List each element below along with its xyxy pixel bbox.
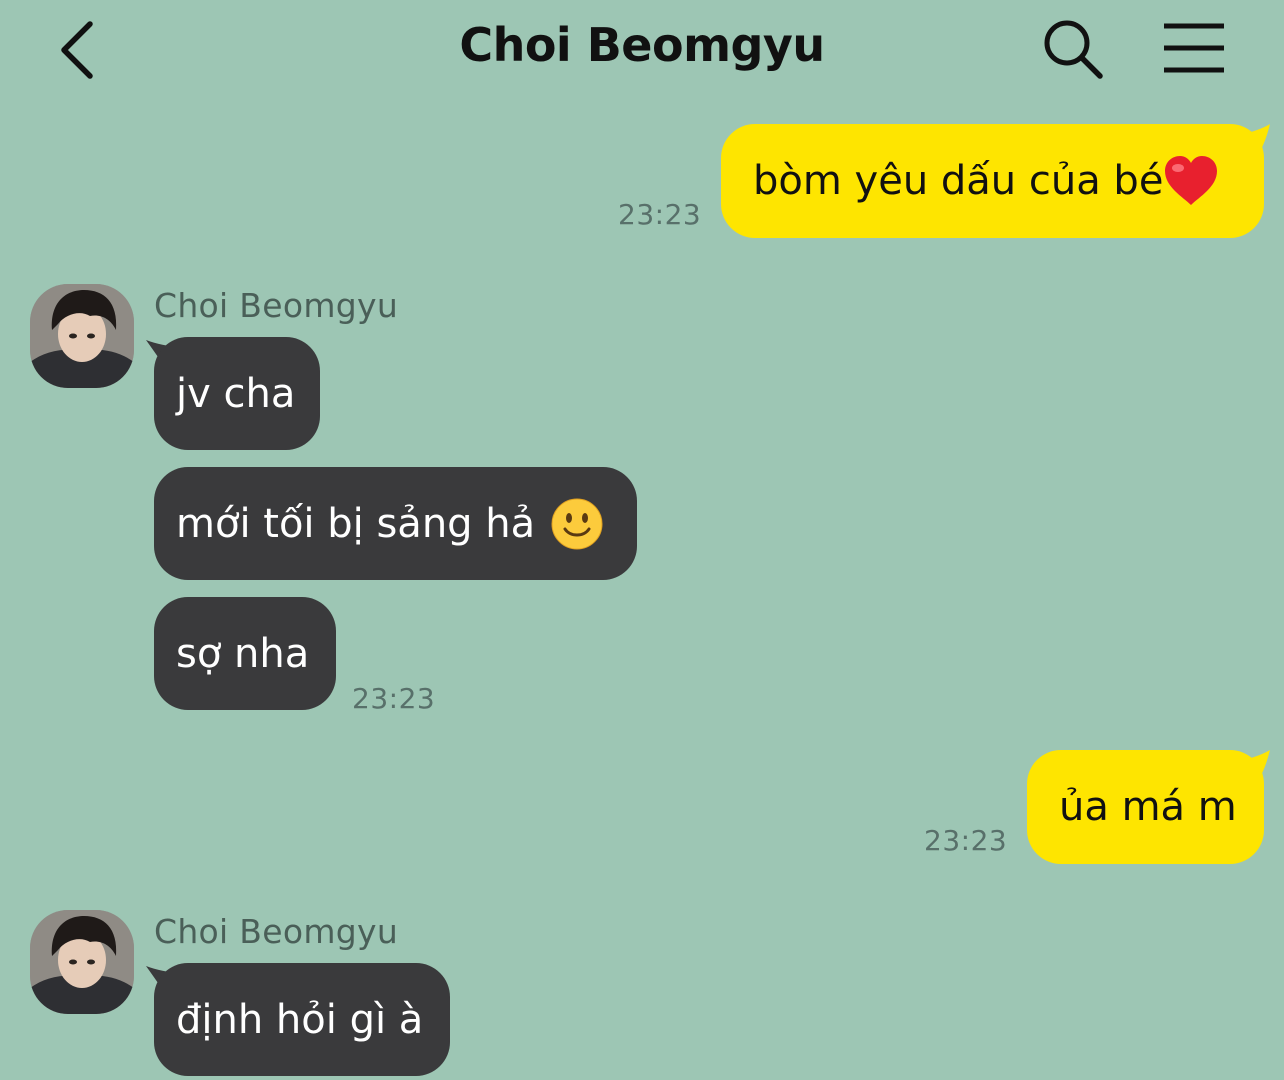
search-icon <box>1044 20 1103 79</box>
chevron-left-icon <box>61 21 93 79</box>
sender-name: Choi Beomgyu <box>154 286 399 325</box>
red-heart-emoji <box>1165 156 1218 205</box>
slightly-smiling-face-emoji <box>551 498 603 549</box>
message-bubble[interactable]: mới tối bị sảng hả <box>154 467 637 580</box>
sender-name: Choi Beomgyu <box>154 912 399 951</box>
message-text: định hỏi gì à <box>176 996 424 1043</box>
back-button[interactable] <box>52 16 112 84</box>
message-text: sợ nha <box>176 630 310 677</box>
message-text: ủa má m <box>1059 784 1237 830</box>
hamburger-menu-icon <box>1164 23 1224 73</box>
message-time: 23:23 <box>618 198 702 231</box>
profile-photo <box>30 284 134 388</box>
avatar[interactable] <box>30 284 134 388</box>
message-bubble[interactable]: jv cha <box>154 337 320 450</box>
message-text: mới tối bị sảng hả <box>176 500 536 547</box>
message-bubble[interactable]: định hỏi gì à <box>154 963 450 1076</box>
search-button[interactable] <box>1040 16 1106 82</box>
message-time: 23:23 <box>924 824 1008 857</box>
message-bubble[interactable]: ủa má m <box>1027 750 1264 864</box>
message-bubble[interactable]: sợ nha <box>154 597 336 710</box>
avatar[interactable] <box>30 910 134 1014</box>
menu-button[interactable] <box>1156 16 1232 82</box>
message-bubble[interactable]: bòm yêu dấu của bé <box>721 124 1264 238</box>
profile-photo <box>30 910 134 1014</box>
message-text: jv cha <box>176 370 296 417</box>
message-text: bòm yêu dấu của bé <box>753 158 1164 204</box>
chat-header: Choi Beomgyu <box>0 0 1284 100</box>
message-time: 23:23 <box>352 682 436 715</box>
